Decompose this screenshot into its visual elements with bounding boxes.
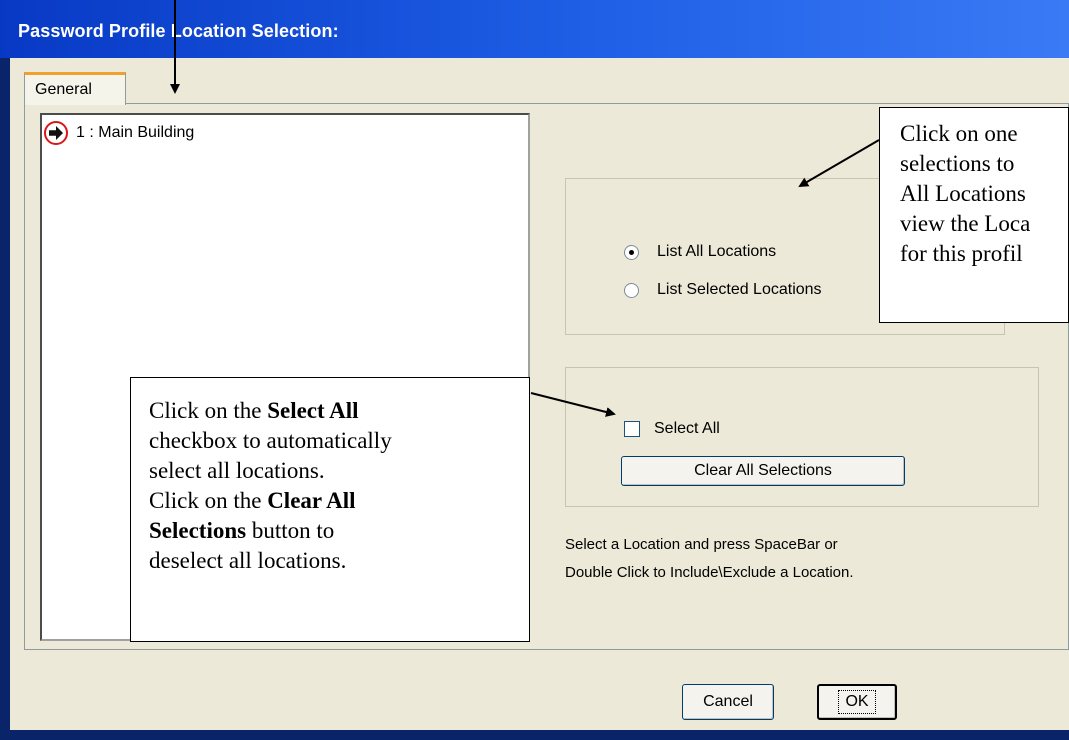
radio-list-selected-locations[interactable]: List Selected Locations [624, 281, 822, 299]
radio-callout-line-4: view the Loca [900, 211, 1031, 236]
callout-bold-selections: Selections [149, 518, 247, 543]
radio-callout-line-3: All Locations [900, 181, 1026, 206]
help-text-line-2: Double Click to Include\Exclude a Locati… [565, 564, 854, 581]
ok-focus-rect: OK [838, 690, 876, 714]
callout-bold-select-all: Select All [267, 398, 359, 423]
include-arrow-icon [44, 121, 68, 145]
callout-bold-clear-all: Clear All [267, 488, 356, 513]
cancel-button[interactable]: Cancel [682, 684, 774, 720]
list-item-label: 1 : Main Building [76, 124, 195, 141]
help-text: Select a Location and press SpaceBar or … [565, 531, 854, 587]
title-bar[interactable]: Password Profile Location Selection: [0, 0, 1069, 58]
radio-callout-line-5: for this profil [900, 241, 1023, 266]
dialog-window: Password Profile Location Selection: Gen… [0, 0, 1069, 740]
tab-general[interactable]: General [24, 72, 126, 105]
select-all-label: Select All [654, 420, 720, 437]
select-all-checkbox[interactable] [624, 421, 640, 437]
select-all-callout-line-2: checkbox to automatically [149, 428, 392, 453]
clear-all-selections-button[interactable]: Clear All Selections [621, 456, 905, 486]
radio-list-all-label: List All Locations [657, 243, 777, 260]
help-text-line-1: Select a Location and press SpaceBar or [565, 536, 838, 553]
radio-button-selected[interactable] [624, 244, 639, 260]
callout-text: Click on the [149, 398, 268, 423]
select-all-checkbox-row[interactable]: Select All [624, 420, 720, 438]
list-item[interactable]: 1 : Main Building [44, 121, 194, 145]
radio-list-selected-label: List Selected Locations [657, 281, 822, 298]
tab-general-label: General [35, 81, 92, 98]
window-title: Password Profile Location Selection: [18, 21, 339, 41]
select-all-callout-line-4: Click on the Clear All [149, 486, 529, 516]
select-all-callout-line-1: Click on the Select All [149, 396, 529, 426]
callout-text: Click on the [149, 488, 268, 513]
radio-options-callout: Click on one selections to All Locations… [879, 107, 1069, 323]
callout-text: button to [246, 518, 335, 543]
select-all-callout-line-3: select all locations. [149, 458, 325, 483]
clear-all-selections-label: Clear All Selections [694, 462, 832, 479]
cancel-button-label: Cancel [703, 693, 753, 710]
radio-callout-line-1: Click on one [900, 121, 1018, 146]
radio-button-unselected[interactable] [624, 282, 639, 298]
select-all-callout: Click on the Select All checkbox to auto… [130, 377, 530, 642]
ok-button[interactable]: OK [817, 684, 897, 720]
select-all-callout-line-5: Selections button to [149, 516, 529, 546]
ok-button-label: OK [845, 693, 869, 710]
radio-callout-line-2: selections to [900, 151, 1015, 176]
select-all-callout-line-6: deselect all locations. [149, 548, 347, 573]
selection-group: Select All Clear All Selections [565, 367, 1039, 507]
radio-list-all-locations[interactable]: List All Locations [624, 243, 776, 261]
